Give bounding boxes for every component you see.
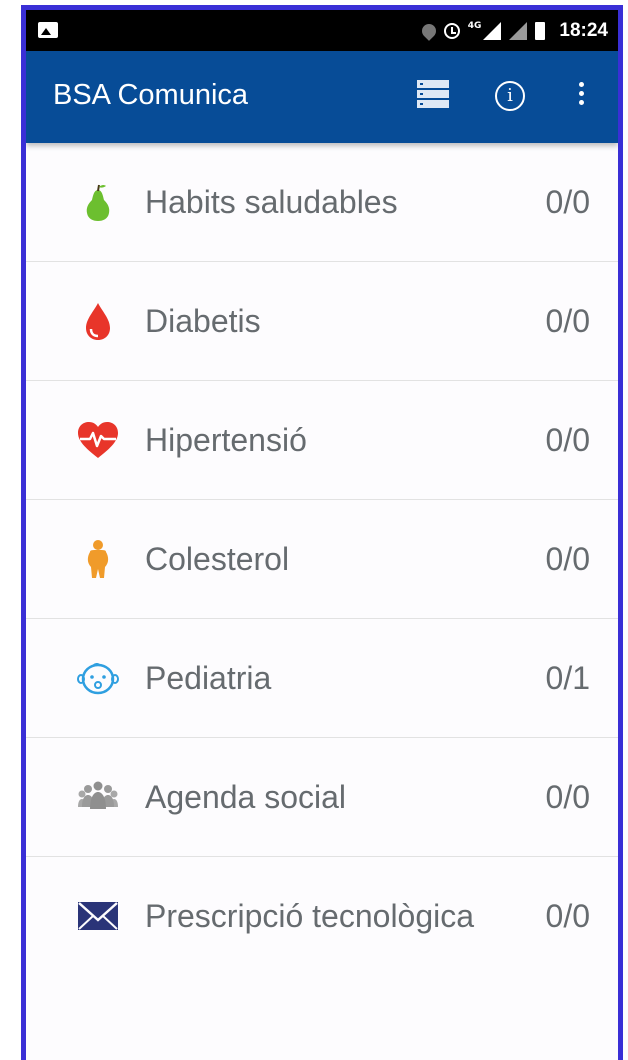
list-item-count: 0/1 <box>545 660 590 696</box>
app-title: BSA Comunica <box>53 79 249 111</box>
list-item-pediatria[interactable]: Pediatria 0/1 <box>26 619 618 738</box>
list-item-diabetis[interactable]: Diabetis 0/0 <box>26 262 618 381</box>
list-item-label: Diabetis <box>145 303 261 339</box>
list-item-agenda-social[interactable]: Agenda social 0/0 <box>26 738 618 857</box>
baby-face-icon <box>76 658 120 698</box>
list-item-label: Prescripció tecnològica <box>145 898 475 934</box>
list-item-count: 0/0 <box>545 303 590 339</box>
list-item-label: Habits saludables <box>145 184 398 220</box>
image-notification-icon <box>38 22 58 38</box>
status-time: 18:24 <box>559 19 608 41</box>
list-item-count: 0/0 <box>545 779 590 815</box>
list-item-prescripcio[interactable]: Prescripció tecnològica 0/0 <box>26 857 618 976</box>
list-item-label: Pediatria <box>145 660 272 696</box>
list-item-count: 0/0 <box>545 422 590 458</box>
list-item-habits[interactable]: Habits saludables 0/0 <box>26 143 618 262</box>
list-item-label: Colesterol <box>145 541 290 577</box>
signal-icon <box>483 21 502 40</box>
envelope-icon <box>76 896 120 936</box>
app-bar: BSA Comunica i <box>26 51 618 143</box>
signal-secondary-icon <box>509 21 528 40</box>
category-list: Habits saludables 0/0 Diabetis 0/0 Hiper… <box>26 143 618 976</box>
list-item-count: 0/0 <box>545 898 590 934</box>
location-icon <box>418 20 439 41</box>
battery-icon <box>535 21 546 40</box>
heartbeat-icon <box>76 420 120 460</box>
group-icon <box>76 777 120 817</box>
alarm-icon <box>443 22 460 39</box>
list-item-count: 0/0 <box>545 184 590 220</box>
person-icon <box>76 539 120 579</box>
pear-icon <box>76 182 120 222</box>
list-item-count: 0/0 <box>545 541 590 577</box>
status-bar: 4G 18:24 <box>26 10 618 51</box>
list-item-label: Hipertensió <box>145 422 307 458</box>
info-icon[interactable]: i <box>493 79 529 115</box>
network-type: 4G <box>467 20 482 31</box>
more-vert-icon[interactable] <box>571 79 591 115</box>
app-screen: 4G 18:24 BSA Comunica i Habits saludable… <box>26 10 618 1060</box>
list-icon[interactable] <box>415 79 451 115</box>
list-item-colesterol[interactable]: Colesterol 0/0 <box>26 500 618 619</box>
list-item-hipertensio[interactable]: Hipertensió 0/0 <box>26 381 618 500</box>
list-item-label: Agenda social <box>145 779 347 815</box>
blood-drop-icon <box>76 301 120 341</box>
